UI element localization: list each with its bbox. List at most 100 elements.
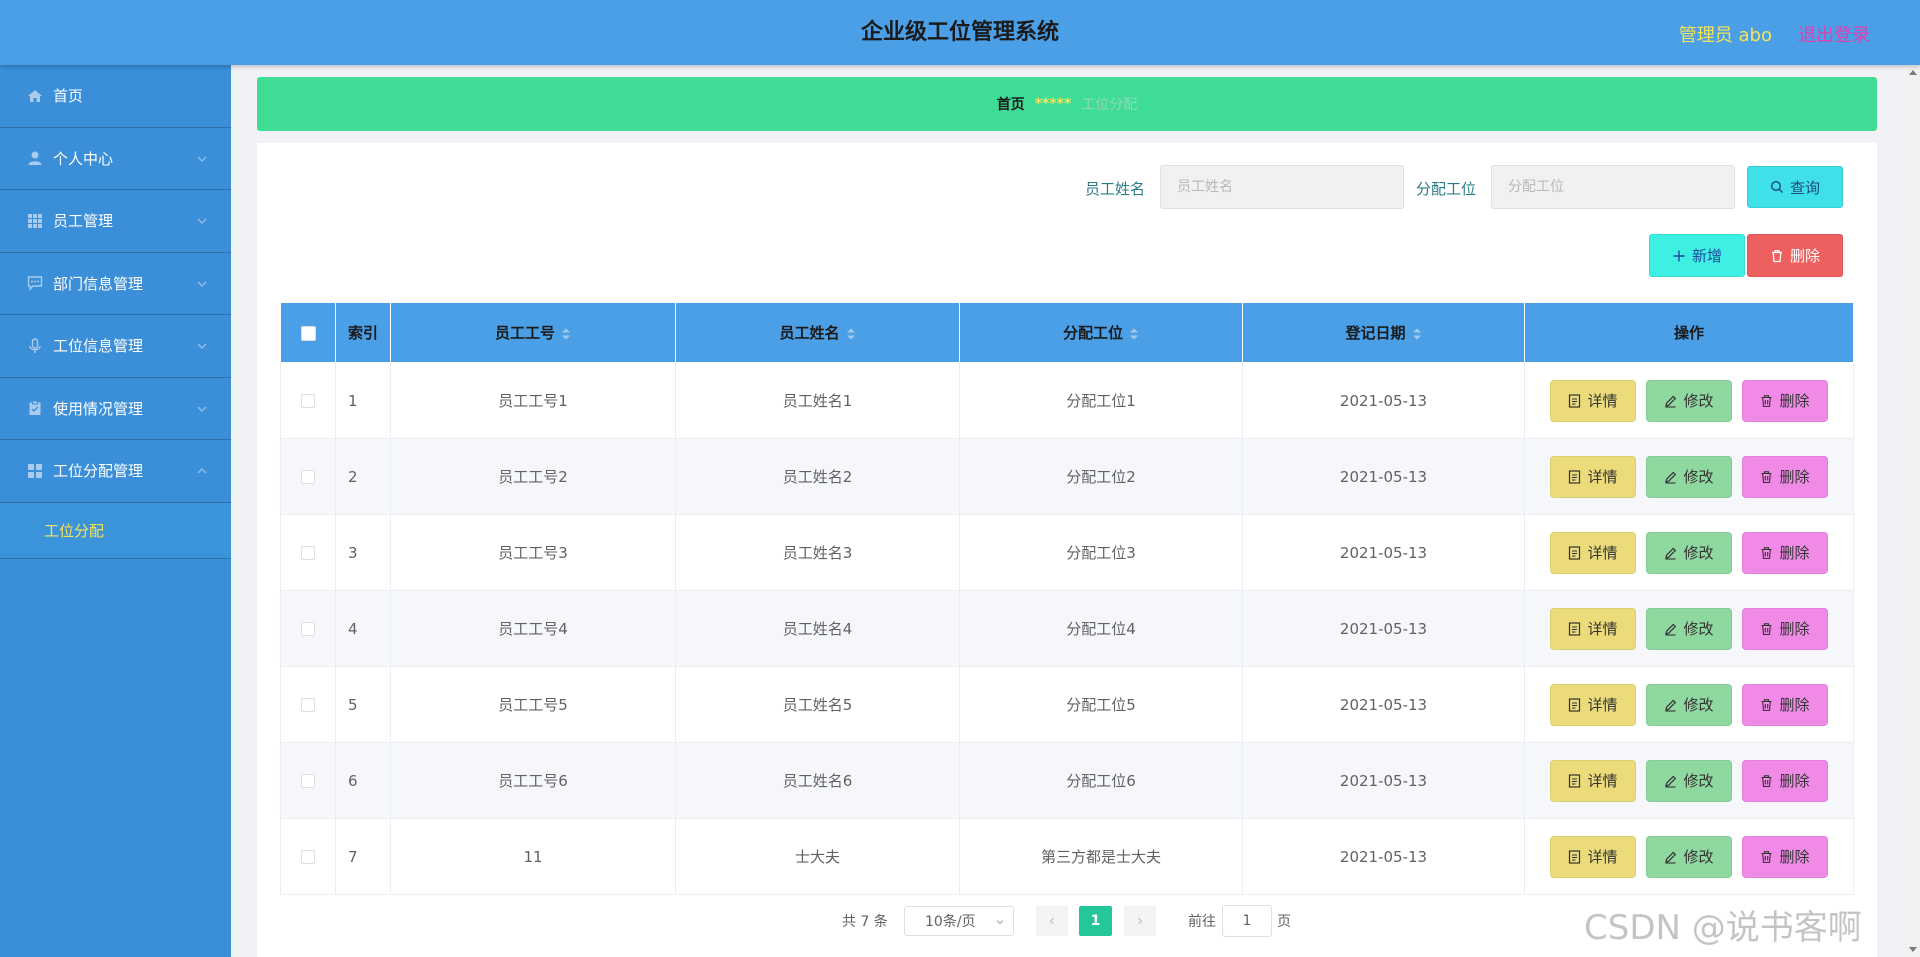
edit-button[interactable]: 修改: [1646, 379, 1732, 422]
goto-page-input[interactable]: [1222, 905, 1272, 937]
edit-icon: [1665, 851, 1677, 864]
delete-button[interactable]: 删除: [1742, 835, 1828, 878]
logout-link[interactable]: 退出登录: [1798, 21, 1870, 47]
row-checkbox[interactable]: [301, 850, 315, 864]
chevron-right-icon: [1138, 917, 1143, 925]
sidebar-item-department[interactable]: 部门信息管理: [0, 253, 231, 315]
add-button[interactable]: 新增: [1649, 234, 1745, 277]
sort-icon[interactable]: [1129, 326, 1139, 342]
row-select-cell: [280, 514, 336, 591]
row-station: 分配工位1: [959, 362, 1243, 439]
scroll-up-icon[interactable]: [1909, 69, 1917, 75]
column-header-actions: 操作: [1524, 302, 1854, 363]
edit-button-label: 修改: [1683, 392, 1714, 410]
chat-icon: [27, 275, 43, 291]
row-checkbox[interactable]: [301, 470, 315, 484]
delete-button[interactable]: 删除: [1742, 683, 1828, 726]
delete-button[interactable]: 删除: [1742, 455, 1828, 498]
column-header-emp-no[interactable]: 员工工号: [390, 302, 676, 363]
station-input[interactable]: [1491, 165, 1735, 209]
station-label: 分配工位: [1416, 180, 1477, 198]
edit-icon: [1665, 775, 1677, 788]
sidebar-item-employee[interactable]: 员工管理: [0, 190, 231, 253]
sort-icon[interactable]: [846, 326, 856, 342]
row-emp-no: 11: [390, 818, 676, 895]
sidebar-item-label: 工位信息管理: [53, 337, 144, 356]
row-checkbox[interactable]: [301, 394, 315, 408]
detail-button[interactable]: 详情: [1550, 759, 1636, 802]
next-page-button[interactable]: [1124, 906, 1156, 936]
sort-icon[interactable]: [561, 326, 571, 342]
row-emp-name: 员工姓名6: [675, 742, 960, 819]
row-index: 3: [335, 514, 391, 591]
document-icon: [1569, 469, 1581, 484]
row-emp-name: 员工姓名1: [675, 362, 960, 439]
row-date: 2021-05-13: [1242, 818, 1525, 895]
edit-button[interactable]: 修改: [1646, 455, 1732, 498]
sidebar-item-usage[interactable]: 使用情况管理: [0, 378, 231, 440]
row-checkbox[interactable]: [301, 774, 315, 788]
delete-button-label: 删除: [1779, 848, 1810, 866]
document-icon: [1569, 773, 1581, 788]
detail-button[interactable]: 详情: [1550, 607, 1636, 650]
detail-button-label: 详情: [1587, 392, 1618, 410]
trash-icon: [1761, 774, 1772, 787]
row-select-cell: [280, 818, 336, 895]
query-button[interactable]: 查询: [1747, 166, 1843, 208]
page-size-select[interactable]: 10条/页: [904, 906, 1014, 936]
sidebar-item-station-allocation[interactable]: 工位分配管理: [0, 440, 231, 503]
sidebar-item-label: 首页: [53, 87, 84, 106]
employee-name-input[interactable]: [1160, 165, 1404, 209]
column-header-emp-name[interactable]: 员工姓名: [675, 302, 960, 363]
detail-button[interactable]: 详情: [1550, 379, 1636, 422]
row-checkbox[interactable]: [301, 698, 315, 712]
row-date: 2021-05-13: [1242, 666, 1525, 743]
edit-button[interactable]: 修改: [1646, 759, 1732, 802]
table-row: 1 员工工号1 员工姓名1 分配工位1 2021-05-13 详情 修改 删除: [280, 362, 1854, 439]
sidebar-item-station-info[interactable]: 工位信息管理: [0, 315, 231, 378]
chevron-down-icon: [197, 343, 207, 349]
page-number-current[interactable]: 1: [1079, 906, 1112, 936]
search-icon: [1770, 180, 1783, 193]
row-checkbox[interactable]: [301, 546, 315, 560]
delete-button[interactable]: 删除: [1742, 531, 1828, 574]
delete-button[interactable]: 删除: [1742, 759, 1828, 802]
select-all-checkbox[interactable]: [300, 325, 316, 341]
top-header: 企业级工位管理系统 管理员 abo 退出登录: [0, 0, 1920, 65]
delete-button[interactable]: 删除: [1742, 379, 1828, 422]
detail-button[interactable]: 详情: [1550, 683, 1636, 726]
detail-button[interactable]: 详情: [1550, 531, 1636, 574]
row-date: 2021-05-13: [1242, 438, 1525, 515]
column-header-station[interactable]: 分配工位: [959, 302, 1243, 363]
prev-page-button[interactable]: [1036, 906, 1068, 936]
microphone-icon: [27, 338, 43, 354]
edit-button[interactable]: 修改: [1646, 531, 1732, 574]
batch-delete-button[interactable]: 删除: [1747, 234, 1843, 277]
detail-button[interactable]: 详情: [1550, 455, 1636, 498]
scroll-down-icon[interactable]: [1909, 947, 1917, 953]
edit-icon: [1665, 699, 1677, 712]
edit-button-label: 修改: [1683, 620, 1714, 638]
delete-button[interactable]: 删除: [1742, 607, 1828, 650]
column-header-label: 登记日期: [1345, 324, 1406, 342]
edit-button[interactable]: 修改: [1646, 683, 1732, 726]
sidebar-item-personal-center[interactable]: 个人中心: [0, 128, 231, 190]
sidebar-item-home[interactable]: 首页: [0, 65, 231, 128]
row-index: 4: [335, 590, 391, 667]
breadcrumb: 首页 ***** 工位分配: [257, 77, 1877, 131]
sidebar-subitem-allocation[interactable]: 工位分配: [0, 502, 231, 559]
batch-delete-label: 删除: [1789, 247, 1820, 265]
breadcrumb-home[interactable]: 首页: [997, 94, 1025, 114]
edit-button[interactable]: 修改: [1646, 835, 1732, 878]
trash-icon: [1761, 622, 1772, 635]
column-header-date[interactable]: 登记日期: [1242, 302, 1525, 363]
edit-button-label: 修改: [1683, 468, 1714, 486]
allocation-table: 索引 员工工号 员工姓名 分配工位 登记日期 操作 1 员工工号1 员工姓名1 分配工…: [280, 302, 1854, 895]
row-action-group: 详情 修改 删除: [1525, 683, 1853, 726]
clipboard-icon: [27, 400, 43, 416]
sort-icon[interactable]: [1412, 326, 1422, 342]
page-scrollbar[interactable]: [1906, 65, 1920, 957]
edit-button[interactable]: 修改: [1646, 607, 1732, 650]
row-checkbox[interactable]: [301, 622, 315, 636]
detail-button[interactable]: 详情: [1550, 835, 1636, 878]
